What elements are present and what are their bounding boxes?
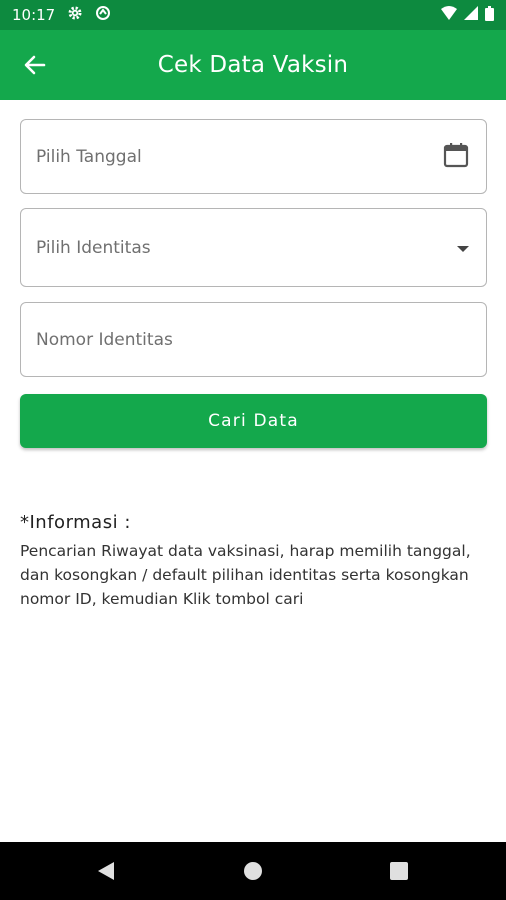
navigation-bar — [0, 842, 506, 900]
signal-icon — [464, 6, 478, 24]
battery-icon — [485, 5, 494, 25]
sync-icon — [95, 5, 111, 25]
status-time: 10:17 — [12, 6, 56, 24]
wifi-icon — [441, 6, 457, 24]
date-placeholder: Pilih Tanggal — [36, 146, 142, 167]
app-bar: Cek Data Vaksin — [0, 30, 506, 100]
arrow-left-icon — [24, 55, 46, 75]
nav-back-button[interactable] — [91, 856, 121, 886]
identity-select[interactable]: Pilih Identitas — [20, 208, 487, 287]
nav-home-button[interactable] — [238, 856, 268, 886]
back-triangle-icon — [98, 862, 114, 880]
back-button[interactable] — [22, 52, 48, 78]
recents-square-icon — [390, 862, 408, 880]
nav-recents-button[interactable] — [384, 856, 414, 886]
info-title: *Informasi : — [20, 512, 131, 533]
date-picker-field[interactable]: Pilih Tanggal — [20, 119, 487, 194]
identity-number-input[interactable]: Nomor Identitas — [20, 302, 487, 377]
status-right — [441, 5, 494, 25]
home-circle-icon — [244, 862, 262, 880]
status-bar: 10:17 — [0, 0, 506, 30]
calendar-icon[interactable] — [442, 141, 470, 173]
identity-placeholder: Pilih Identitas — [36, 237, 151, 258]
info-body: Pencarian Riwayat data vaksinasi, harap … — [20, 542, 471, 608]
page-title: Cek Data Vaksin — [157, 52, 349, 78]
settings-icon — [67, 5, 83, 25]
status-left: 10:17 — [12, 5, 111, 25]
dropdown-arrow-icon — [456, 238, 470, 257]
identity-number-placeholder: Nomor Identitas — [36, 329, 173, 350]
search-button[interactable]: Cari Data — [20, 394, 487, 448]
